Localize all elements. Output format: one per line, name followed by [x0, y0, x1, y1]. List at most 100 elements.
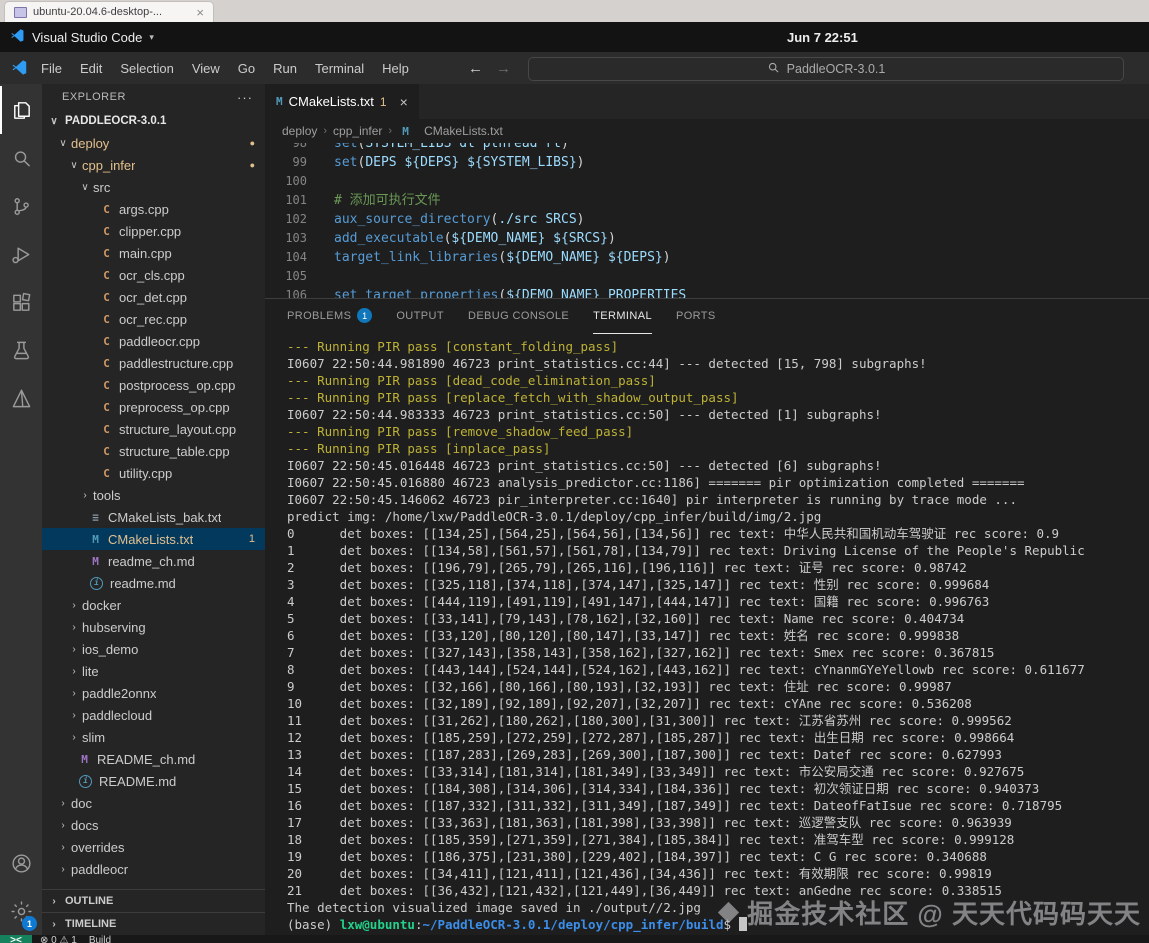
status-item-0-1[interactable]: ⊗ 0 ⚠ 1	[40, 935, 77, 943]
menu-item-run[interactable]: Run	[264, 57, 306, 80]
testing-icon[interactable]	[0, 326, 42, 374]
tree-file-args-cpp[interactable]: Cargs.cpp	[42, 198, 265, 220]
tree-file-readme-ch-md[interactable]: Mreadme_ch.md	[42, 550, 265, 572]
timeline-section[interactable]: › TIMELINE	[42, 912, 265, 935]
tree-file-structure-table-cpp[interactable]: Cstructure_table.cpp	[42, 440, 265, 462]
menu-item-view[interactable]: View	[183, 57, 229, 80]
workspace-root-folder[interactable]: ∨ PADDLEOCR-3.0.1	[42, 110, 265, 132]
tab-close-icon[interactable]: ×	[400, 94, 408, 110]
account-icon[interactable]	[0, 839, 42, 887]
menu-item-edit[interactable]: Edit	[71, 57, 111, 80]
tree-folder-docs[interactable]: ›docs	[42, 814, 265, 836]
code-token: (	[357, 143, 365, 153]
explorer-icon[interactable]	[0, 86, 42, 134]
tree-file-readme-ch-md[interactable]: MREADME_ch.md	[42, 748, 265, 770]
tree-folder-ios-demo[interactable]: ›ios_demo	[42, 638, 265, 660]
tree-file-paddlestructure-cpp[interactable]: Cpaddlestructure.cpp	[42, 352, 265, 374]
chevron-right-icon: ›	[46, 896, 62, 907]
outline-section[interactable]: › OUTLINE	[42, 889, 265, 912]
terminal[interactable]: --- Running PIR pass [constant_folding_p…	[265, 333, 1149, 935]
workspace-root-label: PADDLEOCR-3.0.1	[65, 115, 166, 127]
panel-tab-debug-console[interactable]: DEBUG CONSOLE	[468, 299, 569, 334]
cpp-file-icon: C	[99, 291, 114, 304]
status-item-build[interactable]: Build	[89, 935, 111, 943]
tree-folder-doc[interactable]: ›doc	[42, 792, 265, 814]
tree-file-readme-md[interactable]: iREADME.md	[42, 770, 265, 792]
terminal-line: 9 det boxes: [[32,166],[80,166],[80,193]…	[287, 678, 1149, 695]
cpp-file-icon: C	[99, 269, 114, 282]
system-clock[interactable]: Jun 7 22:51	[787, 22, 858, 52]
tree-folder-overrides[interactable]: ›overrides	[42, 836, 265, 858]
vm-window-tab[interactable]: ubuntu-20.04.6-desktop-... ×	[4, 1, 214, 22]
panel-tab-output[interactable]: OUTPUT	[396, 299, 444, 334]
chevron-down-icon: ∨	[46, 116, 62, 127]
tree-item-label: paddle2onnx	[82, 686, 156, 701]
menu-bar: FileEditSelectionViewGoRunTerminalHelp	[32, 52, 418, 84]
system-app-menu[interactable]: Visual Studio Code ▾	[10, 22, 154, 52]
search-icon[interactable]	[0, 134, 42, 182]
settings-icon[interactable]: 1	[0, 887, 42, 935]
tree-file-ocr-cls-cpp[interactable]: Cocr_cls.cpp	[42, 264, 265, 286]
tree-folder-paddle2onnx[interactable]: ›paddle2onnx	[42, 682, 265, 704]
more-actions-icon[interactable]: ···	[237, 90, 253, 105]
tree-file-postprocess-op-cpp[interactable]: Cpostprocess_op.cpp	[42, 374, 265, 396]
tree-file-ocr-det-cpp[interactable]: Cocr_det.cpp	[42, 286, 265, 308]
tree-folder-paddleocr[interactable]: ›paddleocr	[42, 858, 265, 880]
panel-tab-problems[interactable]: PROBLEMS1	[287, 299, 372, 334]
search-text: PaddleOCR-3.0.1	[787, 62, 886, 76]
tree-file-preprocess-op-cpp[interactable]: Cpreprocess_op.cpp	[42, 396, 265, 418]
breadcrumb-item-deploy[interactable]: deploy	[282, 124, 317, 138]
git-modified-dot: ●	[250, 160, 255, 170]
tree-folder-slim[interactable]: ›slim	[42, 726, 265, 748]
breadcrumb-item-cpp-infer[interactable]: cpp_infer	[333, 124, 382, 138]
tree-folder-lite[interactable]: ›lite	[42, 660, 265, 682]
tree-folder-hubserving[interactable]: ›hubserving	[42, 616, 265, 638]
tree-file-main-cpp[interactable]: Cmain.cpp	[42, 242, 265, 264]
terminal-text: 9 det boxes: [[32,166],[80,166],[80,193]…	[287, 679, 952, 694]
tree-file-clipper-cpp[interactable]: Cclipper.cpp	[42, 220, 265, 242]
tree-folder-deploy[interactable]: ∨deploy●	[42, 132, 265, 154]
tree-file-cmakelists-txt[interactable]: MCMakeLists.txt1	[42, 528, 265, 550]
vm-tab-close-icon[interactable]: ×	[196, 5, 204, 20]
source-control-icon[interactable]	[0, 182, 42, 230]
editor-tab-bar: M CMakeLists.txt 1 ×	[265, 84, 1149, 119]
panel-tab-ports[interactable]: PORTS	[676, 299, 716, 334]
tree-item-label: CMakeLists.txt	[108, 532, 193, 547]
tree-folder-ppocr[interactable]: ›ppocr	[42, 880, 265, 889]
code-token	[600, 248, 608, 267]
menu-item-file[interactable]: File	[32, 57, 71, 80]
breadcrumb: deploy›cpp_infer›MCMakeLists.txt	[265, 119, 1149, 143]
nav-forward-icon[interactable]: →	[496, 52, 511, 84]
tree-folder-cpp-infer[interactable]: ∨cpp_infer●	[42, 154, 265, 176]
tree-folder-paddlecloud[interactable]: ›paddlecloud	[42, 704, 265, 726]
tree-folder-tools[interactable]: ›tools	[42, 484, 265, 506]
extensions-icon[interactable]	[0, 278, 42, 326]
menu-item-terminal[interactable]: Terminal	[306, 57, 373, 80]
run-and-debug-icon[interactable]	[0, 230, 42, 278]
breadcrumb-item-cmakelists-txt[interactable]: CMakeLists.txt	[424, 124, 503, 138]
tree-folder-src[interactable]: ∨src	[42, 176, 265, 198]
tree-folder-docker[interactable]: ›docker	[42, 594, 265, 616]
panel-tab-terminal[interactable]: TERMINAL	[593, 299, 652, 334]
tree-file-readme-md[interactable]: ireadme.md	[42, 572, 265, 594]
terminal-text: 0 det boxes: [[134,25],[564,25],[564,56]…	[287, 526, 1059, 541]
status-items: ⊗ 0 ⚠ 1 Build	[32, 935, 111, 943]
tree-file-structure-layout-cpp[interactable]: Cstructure_layout.cpp	[42, 418, 265, 440]
search-box[interactable]: PaddleOCR-3.0.1	[528, 57, 1124, 81]
tab-cmakelists[interactable]: M CMakeLists.txt 1 ×	[265, 84, 419, 119]
remote-indicator[interactable]: ><	[0, 935, 32, 943]
tree-file-cmakelists-bak-txt[interactable]: ≡CMakeLists_bak.txt	[42, 506, 265, 528]
chevron-down-icon: ∨	[77, 182, 93, 193]
nav-back-icon[interactable]: ←	[468, 52, 483, 84]
cpp-file-icon: C	[99, 247, 114, 260]
activity-bar: 1	[0, 84, 42, 935]
menu-item-go[interactable]: Go	[229, 57, 264, 80]
tree-file-ocr-rec-cpp[interactable]: Cocr_rec.cpp	[42, 308, 265, 330]
cmake-tools-icon[interactable]	[0, 374, 42, 422]
code-editor[interactable]: 98set(SYSTEM_LIBS dl pthread rt)99set(DE…	[265, 143, 1149, 298]
menu-item-selection[interactable]: Selection	[111, 57, 182, 80]
code-token: ./src SRCS	[498, 210, 576, 229]
menu-item-help[interactable]: Help	[373, 57, 418, 80]
tree-file-paddleocr-cpp[interactable]: Cpaddleocr.cpp	[42, 330, 265, 352]
tree-file-utility-cpp[interactable]: Cutility.cpp	[42, 462, 265, 484]
